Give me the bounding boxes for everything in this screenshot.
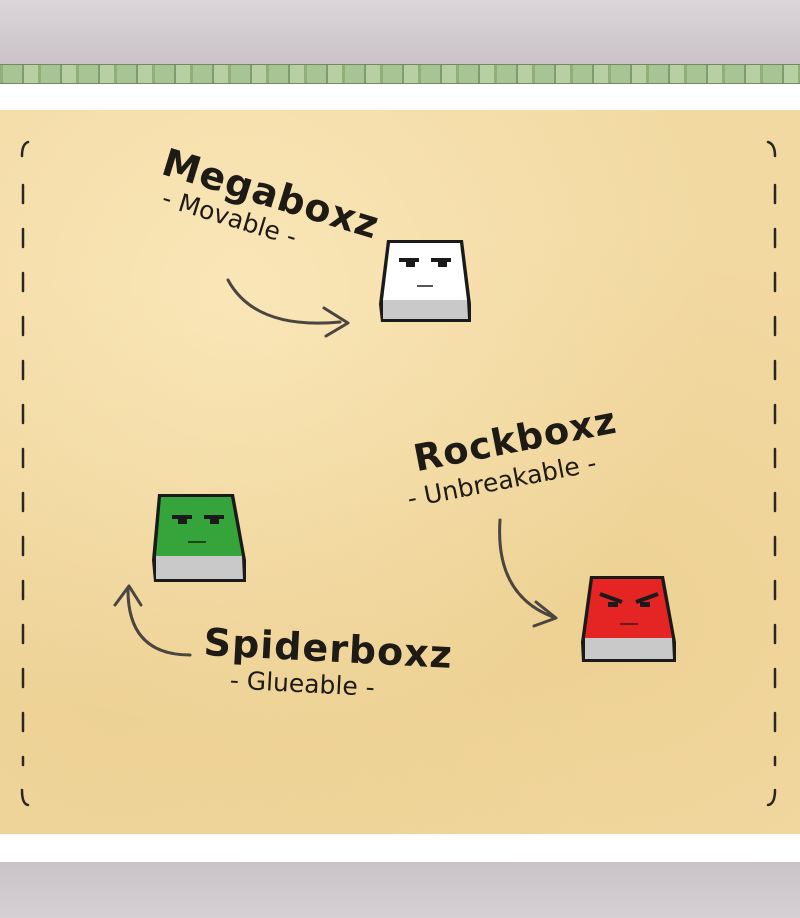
- white-box-icon: [379, 240, 471, 322]
- arrow-icon: [498, 518, 558, 628]
- green-box-icon: [152, 494, 246, 582]
- arrow-icon: [226, 278, 350, 338]
- bottom-background: [0, 862, 800, 918]
- arrow-icon: [113, 584, 192, 657]
- red-box-icon: [581, 576, 676, 662]
- bottom-margin: [0, 834, 800, 862]
- arrows-layer: [113, 278, 558, 657]
